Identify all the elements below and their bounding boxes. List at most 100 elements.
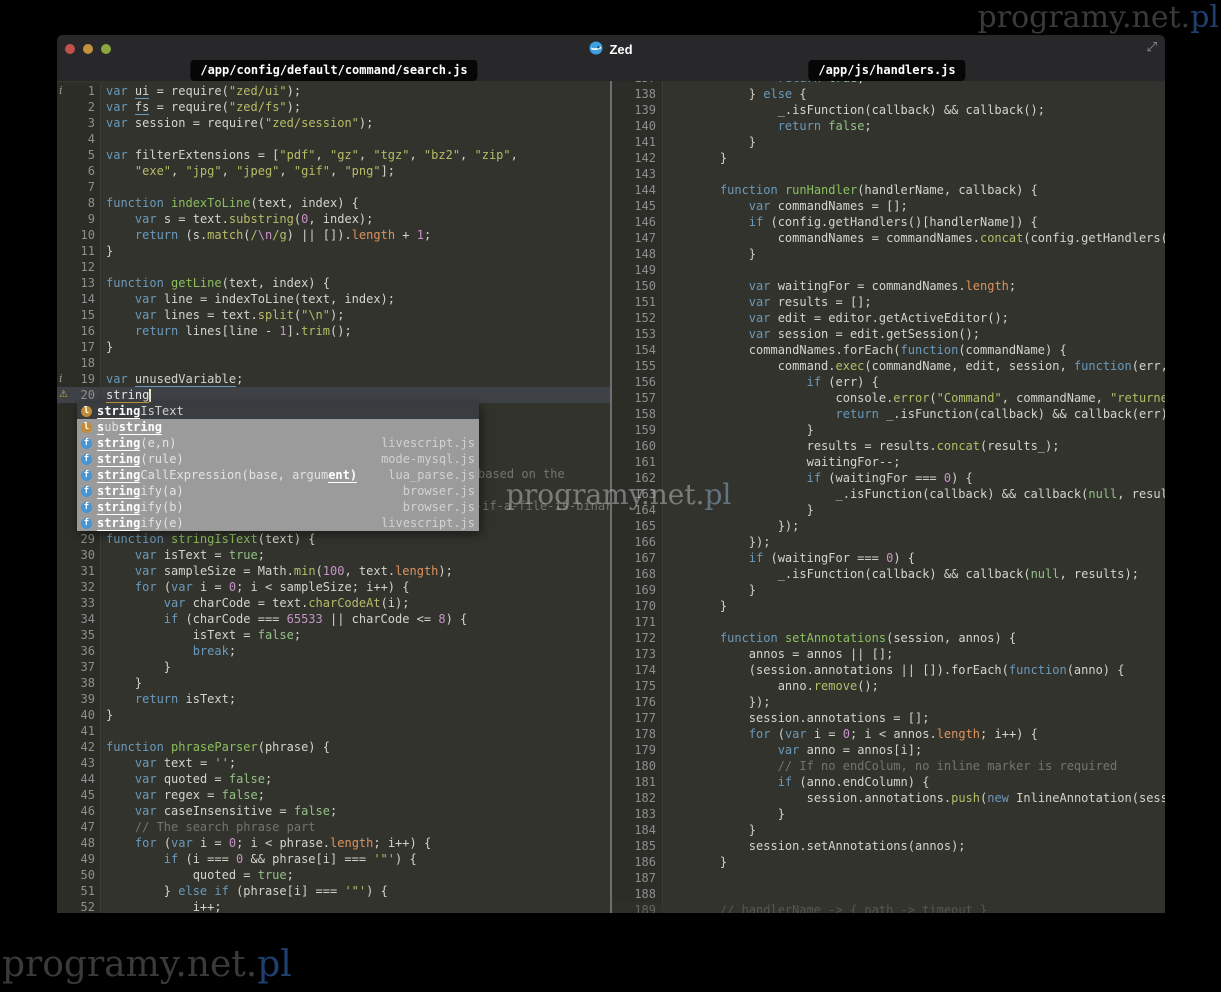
code-line[interactable]: 165 }); <box>612 518 1165 534</box>
code-line[interactable]: 37 } <box>57 659 610 675</box>
code-line[interactable]: 52 i++; <box>57 899 610 913</box>
gutter-line-number[interactable]: 30 <box>57 547 101 563</box>
completion-item[interactable]: fstring(rule)mode-mysql.js <box>77 451 479 467</box>
pane-right[interactable]: 137 return true;138 } else {139 _.isFunc… <box>612 81 1165 913</box>
gutter-line-number[interactable]: 43 <box>57 755 101 771</box>
gutter-line-number[interactable]: 50 <box>57 867 101 883</box>
gutter-line-number[interactable]: 172 <box>612 630 663 646</box>
gutter-line-number[interactable]: 47 <box>57 819 101 835</box>
gutter-line-number[interactable]: 48 <box>57 835 101 851</box>
gutter-line-number[interactable]: 35 <box>57 627 101 643</box>
code-line[interactable]: 3var session = require("zed/session"); <box>57 115 610 131</box>
code-line[interactable]: 150 var waitingFor = commandNames.length… <box>612 278 1165 294</box>
gutter-line-number[interactable]: 32 <box>57 579 101 595</box>
code-line[interactable]: 147 commandNames = commandNames.concat(c… <box>612 230 1165 246</box>
completion-item[interactable]: fstringify(e)livescript.js <box>77 515 479 531</box>
zoom-button[interactable] <box>101 44 111 54</box>
code-line[interactable]: 12 <box>57 259 610 275</box>
code-line[interactable]: 30 var isText = true; <box>57 547 610 563</box>
gutter-line-number[interactable]: 46 <box>57 803 101 819</box>
code-line[interactable]: 29function stringIsText(text) { <box>57 531 610 547</box>
tab-search-js[interactable]: /app/config/default/command/search.js <box>190 60 477 81</box>
gutter-line-number[interactable]: 175 <box>612 678 663 694</box>
code-line[interactable]: 157 console.error("Command", commandName… <box>612 390 1165 406</box>
code-line[interactable]: 151 var results = []; <box>612 294 1165 310</box>
gutter-line-number[interactable]: 49 <box>57 851 101 867</box>
gutter-line-number[interactable]: 31 <box>57 563 101 579</box>
code-line[interactable]: 160 results = results.concat(results_); <box>612 438 1165 454</box>
gutter-line-number[interactable]: 33 <box>57 595 101 611</box>
gutter-line-number[interactable]: 173 <box>612 646 663 662</box>
gutter-line-number[interactable]: 38 <box>57 675 101 691</box>
code-line[interactable]: 35 isText = false; <box>57 627 610 643</box>
completion-item[interactable]: lsubstring <box>77 419 479 435</box>
gutter-line-number[interactable]: 155 <box>612 358 663 374</box>
code-line[interactable]: 7 <box>57 179 610 195</box>
code-line[interactable]: 49 if (i === 0 && phrase[i] === '"') { <box>57 851 610 867</box>
code-line[interactable]: 174 (session.annotations || []).forEach(… <box>612 662 1165 678</box>
code-line[interactable]: 168 _.isFunction(callback) && callback(n… <box>612 566 1165 582</box>
completion-item[interactable]: lstringIsText <box>77 403 479 419</box>
code-line[interactable]: 42function phraseParser(phrase) { <box>57 739 610 755</box>
code-line[interactable]: 153 var session = edit.getSession(); <box>612 326 1165 342</box>
code-line[interactable]: 17} <box>57 339 610 355</box>
gutter-line-number[interactable]: 12 <box>57 259 101 275</box>
gutter-line-number[interactable]: 167 <box>612 550 663 566</box>
code-line[interactable]: 36 break; <box>57 643 610 659</box>
code-line[interactable]: 163 _.isFunction(callback) && callback(n… <box>612 486 1165 502</box>
gutter-line-number[interactable]: 166 <box>612 534 663 550</box>
code-line[interactable]: 143 <box>612 166 1165 182</box>
gutter-line-number[interactable]: 165 <box>612 518 663 534</box>
gutter-line-number[interactable]: 44 <box>57 771 101 787</box>
code-line[interactable]: 4 <box>57 131 610 147</box>
code-line[interactable]: 172 function setAnnotations(session, ann… <box>612 630 1165 646</box>
gutter-line-number[interactable]: 51 <box>57 883 101 899</box>
gutter-line-number[interactable]: 52 <box>57 899 101 913</box>
close-button[interactable] <box>65 44 75 54</box>
code-line[interactable]: 145 var commandNames = []; <box>612 198 1165 214</box>
gutter-line-number[interactable]: 142 <box>612 150 663 166</box>
code-line[interactable]: 144 function runHandler(handlerName, cal… <box>612 182 1165 198</box>
gutter-line-number[interactable]: 45 <box>57 787 101 803</box>
gutter-line-number[interactable]: 138 <box>612 86 663 102</box>
gutter-line-number[interactable]: 4 <box>57 131 101 147</box>
code-line[interactable]: i19var unusedVariable; <box>57 371 610 387</box>
code-line[interactable]: 186 } <box>612 854 1165 870</box>
gutter-line-number[interactable]: 184 <box>612 822 663 838</box>
gutter-line-number[interactable]: 154 <box>612 342 663 358</box>
gutter-line-number[interactable]: 29 <box>57 531 101 547</box>
gutter-line-number[interactable]: 3 <box>57 115 101 131</box>
gutter-line-number[interactable]: 180 <box>612 758 663 774</box>
code-line[interactable]: 180 // If no endColum, no inline marker … <box>612 758 1165 774</box>
code-line[interactable]: 155 command.exec(commandName, edit, sess… <box>612 358 1165 374</box>
gutter-line-number[interactable]: 139 <box>612 102 663 118</box>
code-line[interactable]: 146 if (config.getHandlers()[handlerName… <box>612 214 1165 230</box>
code-line[interactable]: i1var ui = require("zed/ui"); <box>57 83 610 99</box>
code-line[interactable]: 10 return (s.match(/\n/g) || []).length … <box>57 227 610 243</box>
code-line[interactable]: 13function getLine(text, index) { <box>57 275 610 291</box>
code-line[interactable]: 189 // handlerName -> { path -> timeout … <box>612 902 1165 913</box>
gutter-line-number[interactable]: 41 <box>57 723 101 739</box>
gutter-line-number[interactable]: 143 <box>612 166 663 182</box>
code-line[interactable]: 184 } <box>612 822 1165 838</box>
gutter-line-number[interactable]: 146 <box>612 214 663 230</box>
code-line[interactable]: 164 } <box>612 502 1165 518</box>
code-line[interactable]: 152 var edit = editor.getActiveEditor(); <box>612 310 1165 326</box>
gutter-line-number[interactable]: 185 <box>612 838 663 854</box>
code-line[interactable]: 18 <box>57 355 610 371</box>
code-line[interactable]: 171 <box>612 614 1165 630</box>
code-line[interactable]: 170 } <box>612 598 1165 614</box>
fullscreen-icon[interactable]: ⤢ <box>1147 40 1157 55</box>
pane-left[interactable]: i1var ui = require("zed/ui");2var fs = r… <box>57 81 610 913</box>
code-line[interactable]: 16 return lines[line - 1].trim(); <box>57 323 610 339</box>
code-line[interactable]: 50 quoted = true; <box>57 867 610 883</box>
code-line[interactable]: 2var fs = require("zed/fs"); <box>57 99 610 115</box>
gutter-line-number[interactable]: 160 <box>612 438 663 454</box>
gutter-line-number[interactable]: 161 <box>612 454 663 470</box>
code-line[interactable]: 8function indexToLine(text, index) { <box>57 195 610 211</box>
code-line[interactable]: 179 var anno = annos[i]; <box>612 742 1165 758</box>
code-line[interactable]: 14 var line = indexToLine(text, index); <box>57 291 610 307</box>
gutter-line-number[interactable]: 140 <box>612 118 663 134</box>
gutter-line-number[interactable]: 10 <box>57 227 101 243</box>
gutter-line-number[interactable]: 158 <box>612 406 663 422</box>
